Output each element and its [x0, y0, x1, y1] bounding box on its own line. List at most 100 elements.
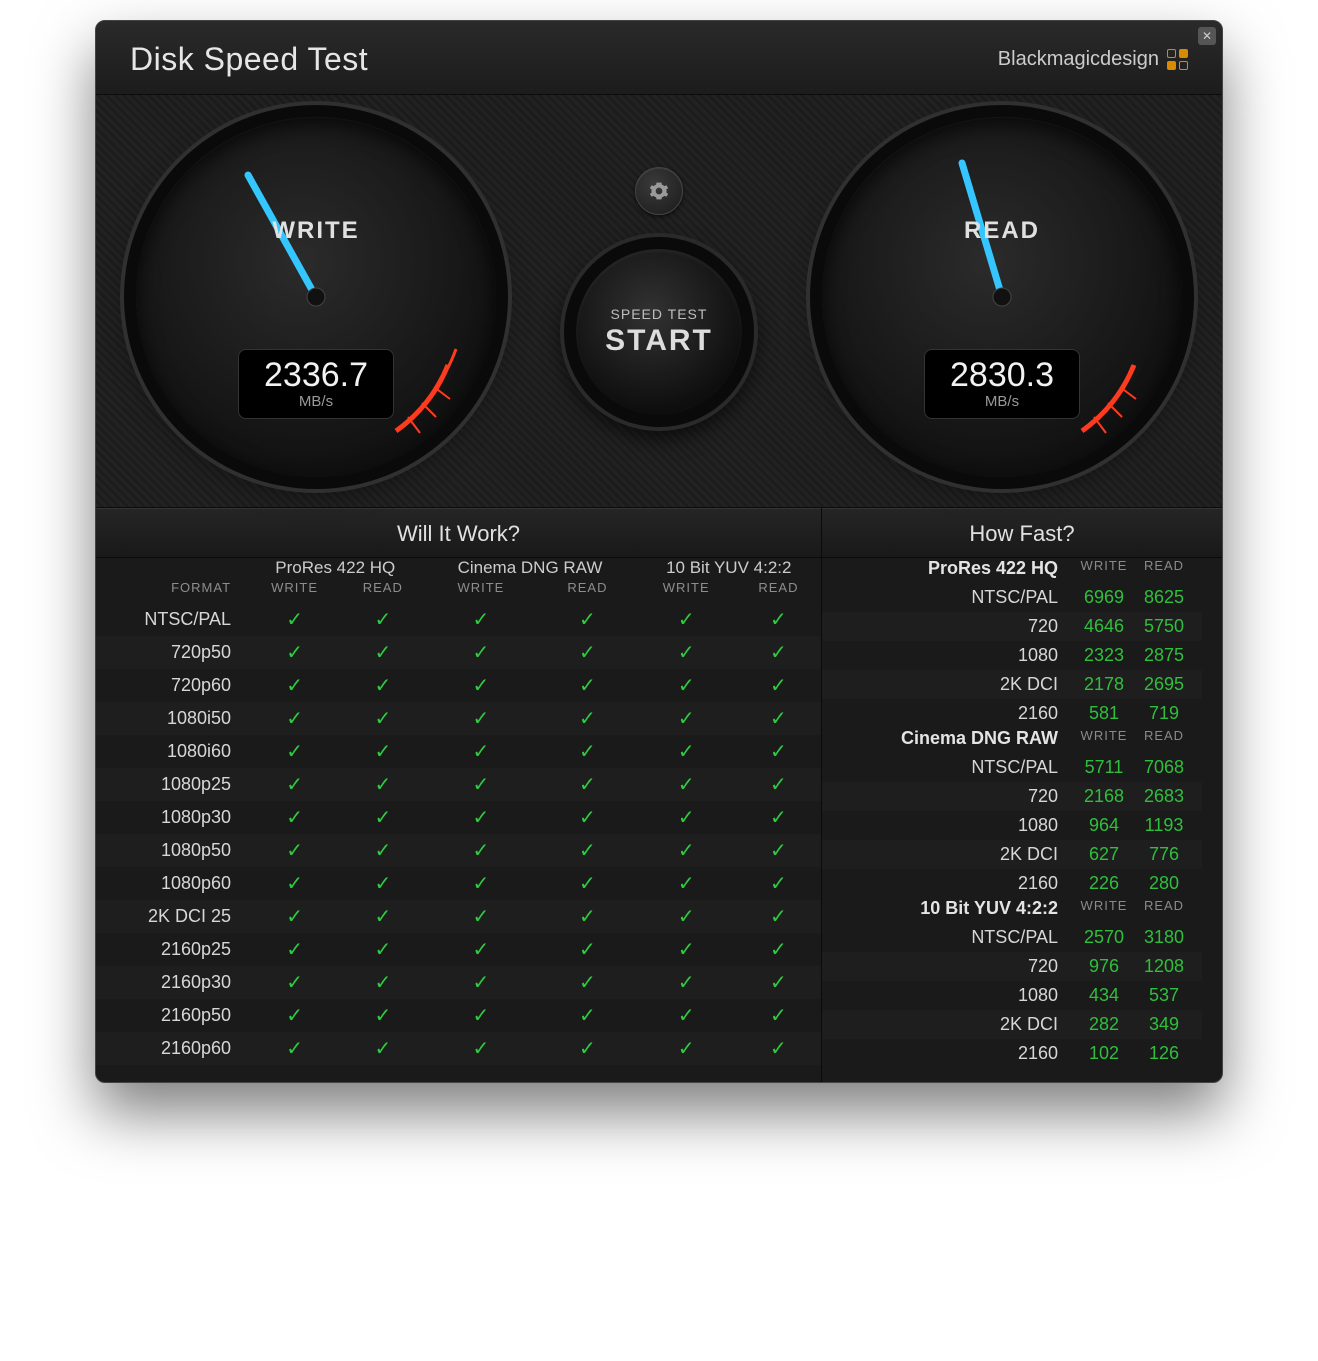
check-icon: ✓	[736, 768, 821, 801]
fast-row: 2160102126	[822, 1039, 1202, 1068]
check-icon: ✓	[342, 834, 423, 867]
fast-row: 72046465750	[822, 612, 1202, 641]
check-icon: ✓	[736, 603, 821, 636]
format-name: 1080p25	[96, 768, 247, 801]
read-label: READ	[822, 217, 1182, 245]
fast-row-write: 2168	[1074, 786, 1134, 807]
check-icon: ✓	[342, 999, 423, 1032]
check-icon: ✓	[637, 735, 736, 768]
table-row: 720p50✓✓✓✓✓✓	[96, 636, 821, 669]
fast-section-header: ProRes 422 HQWRITEREAD	[822, 558, 1202, 583]
check-icon: ✓	[637, 834, 736, 867]
fast-row: NTSC/PAL69698625	[822, 583, 1202, 612]
fast-row-read: 537	[1134, 985, 1194, 1006]
check-icon: ✓	[637, 933, 736, 966]
col-write: WRITE	[1074, 898, 1134, 919]
check-icon: ✓	[342, 669, 423, 702]
fast-row-name: 1080	[822, 815, 1074, 836]
check-icon: ✓	[424, 834, 539, 867]
fast-row-write: 282	[1074, 1014, 1134, 1035]
check-icon: ✓	[637, 966, 736, 999]
col-write: WRITE	[1074, 558, 1134, 579]
fast-title: How Fast?	[822, 508, 1222, 558]
start-label-small: SPEED TEST	[611, 306, 708, 322]
fast-row-read: 2875	[1134, 645, 1194, 666]
check-icon: ✓	[637, 999, 736, 1032]
check-icon: ✓	[538, 669, 636, 702]
fast-section-header: 10 Bit YUV 4:2:2WRITEREAD	[822, 898, 1202, 923]
fast-row-name: 720	[822, 786, 1074, 807]
fast-row-read: 5750	[1134, 616, 1194, 637]
check-icon: ✓	[736, 867, 821, 900]
codec-header: 10 Bit YUV 4:2:2	[637, 558, 821, 580]
format-name: 2160p60	[96, 1032, 247, 1065]
col-read: READ	[1134, 728, 1194, 749]
fast-row-read: 349	[1134, 1014, 1194, 1035]
check-icon: ✓	[342, 867, 423, 900]
check-icon: ✓	[342, 900, 423, 933]
read-gauge: READ 2830.3 MB/s	[822, 117, 1182, 477]
fast-row-write: 226	[1074, 873, 1134, 894]
check-icon: ✓	[247, 966, 342, 999]
fast-row-read: 8625	[1134, 587, 1194, 608]
read-value: 2830.3	[925, 356, 1079, 395]
read-gauge-dial	[822, 117, 1182, 477]
check-icon: ✓	[424, 669, 539, 702]
fast-row-write: 2323	[1074, 645, 1134, 666]
settings-button[interactable]	[635, 167, 683, 215]
fast-row: 7209761208	[822, 952, 1202, 981]
format-label: FORMAT	[96, 580, 247, 603]
fast-row: 72021682683	[822, 782, 1202, 811]
col-read: READ	[1134, 898, 1194, 919]
format-name: NTSC/PAL	[96, 603, 247, 636]
gear-icon	[649, 181, 669, 201]
fast-row-name: 2160	[822, 1043, 1074, 1064]
start-button[interactable]: SPEED TEST START	[564, 237, 754, 427]
check-icon: ✓	[247, 900, 342, 933]
format-name: 1080p60	[96, 867, 247, 900]
format-name: 1080p30	[96, 801, 247, 834]
table-row: 720p60✓✓✓✓✓✓	[96, 669, 821, 702]
fast-row-read: 1208	[1134, 956, 1194, 977]
fast-row-name: 2160	[822, 703, 1074, 724]
write-unit: MB/s	[239, 393, 393, 410]
fast-row-name: 2160	[822, 873, 1074, 894]
check-icon: ✓	[424, 999, 539, 1032]
col-write: WRITE	[1074, 728, 1134, 749]
table-row: 1080i50✓✓✓✓✓✓	[96, 702, 821, 735]
check-icon: ✓	[538, 966, 636, 999]
fast-row: NTSC/PAL57117068	[822, 753, 1202, 782]
close-button[interactable]: ✕	[1198, 27, 1216, 45]
check-icon: ✓	[424, 702, 539, 735]
fast-row-read: 3180	[1134, 927, 1194, 948]
check-icon: ✓	[424, 735, 539, 768]
fast-row: 2K DCI627776	[822, 840, 1202, 869]
fast-row-name: NTSC/PAL	[822, 927, 1074, 948]
table-row: 1080i60✓✓✓✓✓✓	[96, 735, 821, 768]
check-icon: ✓	[637, 867, 736, 900]
check-icon: ✓	[736, 966, 821, 999]
format-name: 720p50	[96, 636, 247, 669]
fast-section-title: ProRes 422 HQ	[822, 558, 1074, 579]
check-icon: ✓	[247, 999, 342, 1032]
check-icon: ✓	[424, 768, 539, 801]
write-gauge: WRITE 2336.7 MB/s	[136, 117, 496, 477]
fast-row-write: 976	[1074, 956, 1134, 977]
check-icon: ✓	[247, 603, 342, 636]
check-icon: ✓	[342, 636, 423, 669]
check-icon: ✓	[736, 801, 821, 834]
fast-row-write: 102	[1074, 1043, 1134, 1064]
check-icon: ✓	[736, 933, 821, 966]
check-icon: ✓	[736, 702, 821, 735]
format-name: 2K DCI 25	[96, 900, 247, 933]
fast-row-read: 126	[1134, 1043, 1194, 1064]
check-icon: ✓	[424, 636, 539, 669]
fast-row-read: 2695	[1134, 674, 1194, 695]
check-icon: ✓	[342, 1032, 423, 1065]
check-icon: ✓	[247, 801, 342, 834]
write-value: 2336.7	[239, 356, 393, 395]
table-row: 1080p25✓✓✓✓✓✓	[96, 768, 821, 801]
check-icon: ✓	[538, 636, 636, 669]
check-icon: ✓	[424, 1032, 539, 1065]
gauge-panel: WRITE 2336.7 MB/s SPEED TEST START	[96, 95, 1222, 508]
